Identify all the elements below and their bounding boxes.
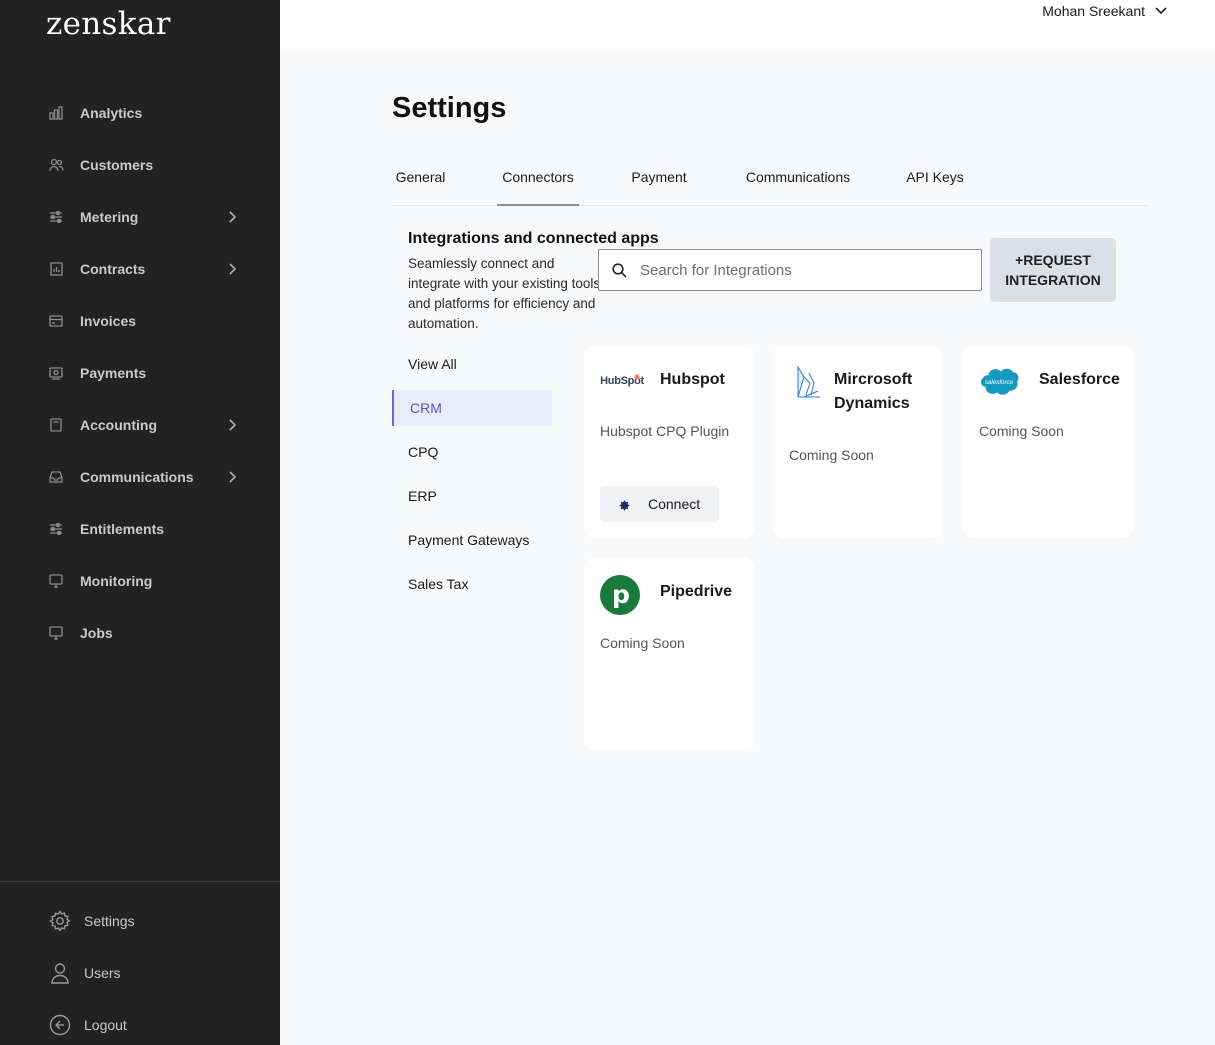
card-title: Pipedrive xyxy=(660,583,733,600)
sliders-icon xyxy=(48,209,64,225)
monitor-icon xyxy=(48,625,64,641)
card-subtitle: Coming Soon xyxy=(600,635,685,651)
tab-payment[interactable]: Payment xyxy=(627,150,691,206)
connect-label: Connect xyxy=(648,496,701,512)
users-icon xyxy=(48,157,64,173)
sidebar-item-logout[interactable]: Logout xyxy=(0,999,280,1045)
sidebar-item-label: Analytics xyxy=(80,105,143,121)
zenskar-logo[interactable]: zenskar xyxy=(46,6,171,42)
sidebar-item-label: Metering xyxy=(80,209,139,225)
sidebar-item-monitoring[interactable]: Monitoring xyxy=(0,555,280,607)
sidebar-item-label: Payments xyxy=(80,365,147,381)
card-subtitle: Coming Soon xyxy=(789,447,874,463)
card-title: Salesforce xyxy=(1039,371,1120,388)
gear-icon xyxy=(48,909,72,933)
category-sales-tax[interactable]: Sales Tax xyxy=(392,566,552,610)
tab-communications[interactable]: Communications xyxy=(739,150,857,206)
card-title: Hubspot xyxy=(660,371,725,388)
sidebar-item-label: Contracts xyxy=(80,261,146,277)
invoice-card-icon xyxy=(48,313,64,329)
request-integration-button[interactable]: +REQUEST INTEGRATION xyxy=(990,238,1116,302)
search-icon xyxy=(611,262,627,278)
sidebar-item-customers[interactable]: Customers xyxy=(0,139,280,191)
page-title: Settings xyxy=(392,92,507,124)
document-chart-icon xyxy=(48,261,64,277)
tab-api-keys[interactable]: API Keys xyxy=(904,150,966,206)
search-box[interactable] xyxy=(598,249,982,291)
sidebar-item-analytics[interactable]: Analytics xyxy=(0,87,280,139)
sidebar-item-entitlements[interactable]: Entitlements xyxy=(0,503,280,555)
tab-connectors[interactable]: Connectors xyxy=(497,150,579,206)
integration-card-pipedrive: p Pipedrive Coming Soon xyxy=(584,558,754,750)
sidebar-item-metering[interactable]: Metering xyxy=(0,191,280,243)
svg-text:p: p xyxy=(612,580,630,609)
clipboard-icon xyxy=(48,417,64,433)
logout-icon xyxy=(48,1013,72,1037)
microsoft-dynamics-logo xyxy=(789,360,829,402)
salesforce-logo: salesforce xyxy=(979,360,1019,402)
sidebar-item-label: Jobs xyxy=(80,625,113,641)
payment-icon xyxy=(48,365,64,381)
sidebar-bottom-nav: Settings Users Logout xyxy=(0,895,280,1045)
sidebar-nav: Analytics Customers Metering Contracts I… xyxy=(0,87,280,659)
top-bar: Mohan Sreekant xyxy=(280,0,1215,51)
card-subtitle: Hubspot CPQ Plugin xyxy=(600,423,730,439)
sidebar-divider xyxy=(0,881,280,882)
integration-card-hubspot: HubSpot Hubspot Hubspot CPQ Plugin Conne… xyxy=(584,346,754,538)
sidebar-item-label: Settings xyxy=(84,913,135,929)
plug-icon xyxy=(617,497,631,511)
chevron-right-icon[interactable] xyxy=(226,469,238,485)
category-view-all[interactable]: View All xyxy=(392,346,552,390)
sidebar-item-payments[interactable]: Payments xyxy=(0,347,280,399)
card-title: Mircrosoft Dynamics xyxy=(834,371,913,412)
settings-tabs: General Connectors Payment Communication… xyxy=(392,150,1148,206)
hubspot-logo: HubSpot xyxy=(600,374,644,387)
user-name: Mohan Sreekant xyxy=(1042,3,1145,19)
sliders-icon xyxy=(48,521,64,537)
pipedrive-logo: p xyxy=(600,574,640,616)
category-cpq[interactable]: CPQ xyxy=(392,434,552,478)
sidebar-item-label: Communications xyxy=(80,469,194,485)
sidebar-item-contracts[interactable]: Contracts xyxy=(0,243,280,295)
bar-chart-icon xyxy=(48,105,64,121)
sidebar-item-label: Logout xyxy=(84,1017,127,1033)
category-list: View All CRM CPQ ERP Payment Gateways Sa… xyxy=(392,346,552,610)
sidebar-item-label: Entitlements xyxy=(80,521,165,537)
chevron-right-icon[interactable] xyxy=(226,417,238,433)
card-subtitle: Coming Soon xyxy=(979,423,1064,439)
search-input[interactable] xyxy=(640,261,970,279)
sidebar-item-communications[interactable]: Communications xyxy=(0,451,280,503)
category-erp[interactable]: ERP xyxy=(392,478,552,522)
integrations-title: Integrations and connected apps xyxy=(408,230,659,247)
sidebar-item-label: Invoices xyxy=(80,313,137,329)
integrations-description: Seamlessly connect and integrate with yo… xyxy=(408,256,601,331)
integration-card-salesforce: salesforce Salesforce Coming Soon xyxy=(963,346,1133,538)
sidebar-item-label: Users xyxy=(84,965,121,981)
sidebar-item-jobs[interactable]: Jobs xyxy=(0,607,280,659)
chevron-right-icon[interactable] xyxy=(226,209,238,225)
category-crm[interactable]: CRM xyxy=(392,390,552,426)
sidebar-item-accounting[interactable]: Accounting xyxy=(0,399,280,451)
sidebar-item-invoices[interactable]: Invoices xyxy=(0,295,280,347)
user-menu[interactable]: Mohan Sreekant xyxy=(1042,3,1169,19)
sidebar-item-label: Accounting xyxy=(80,417,157,433)
sidebar-item-label: Monitoring xyxy=(80,573,153,589)
user-icon xyxy=(48,961,72,985)
connect-button[interactable]: Connect xyxy=(600,486,719,522)
category-payment-gateways[interactable]: Payment Gateways xyxy=(392,522,552,566)
sidebar: zenskar Analytics Customers Metering Con… xyxy=(0,0,280,1045)
integration-card-microsoft-dynamics: Mircrosoft Dynamics Coming Soon xyxy=(773,346,943,538)
sidebar-item-settings[interactable]: Settings xyxy=(0,895,280,947)
chevron-right-icon[interactable] xyxy=(226,261,238,277)
sidebar-item-label: Customers xyxy=(80,157,154,173)
svg-text:salesforce: salesforce xyxy=(985,379,1014,386)
chevron-down-icon xyxy=(1155,4,1169,18)
inbox-icon xyxy=(48,469,64,485)
monitor-icon xyxy=(48,573,64,589)
sidebar-item-users[interactable]: Users xyxy=(0,947,280,999)
tab-general[interactable]: General xyxy=(392,150,449,206)
